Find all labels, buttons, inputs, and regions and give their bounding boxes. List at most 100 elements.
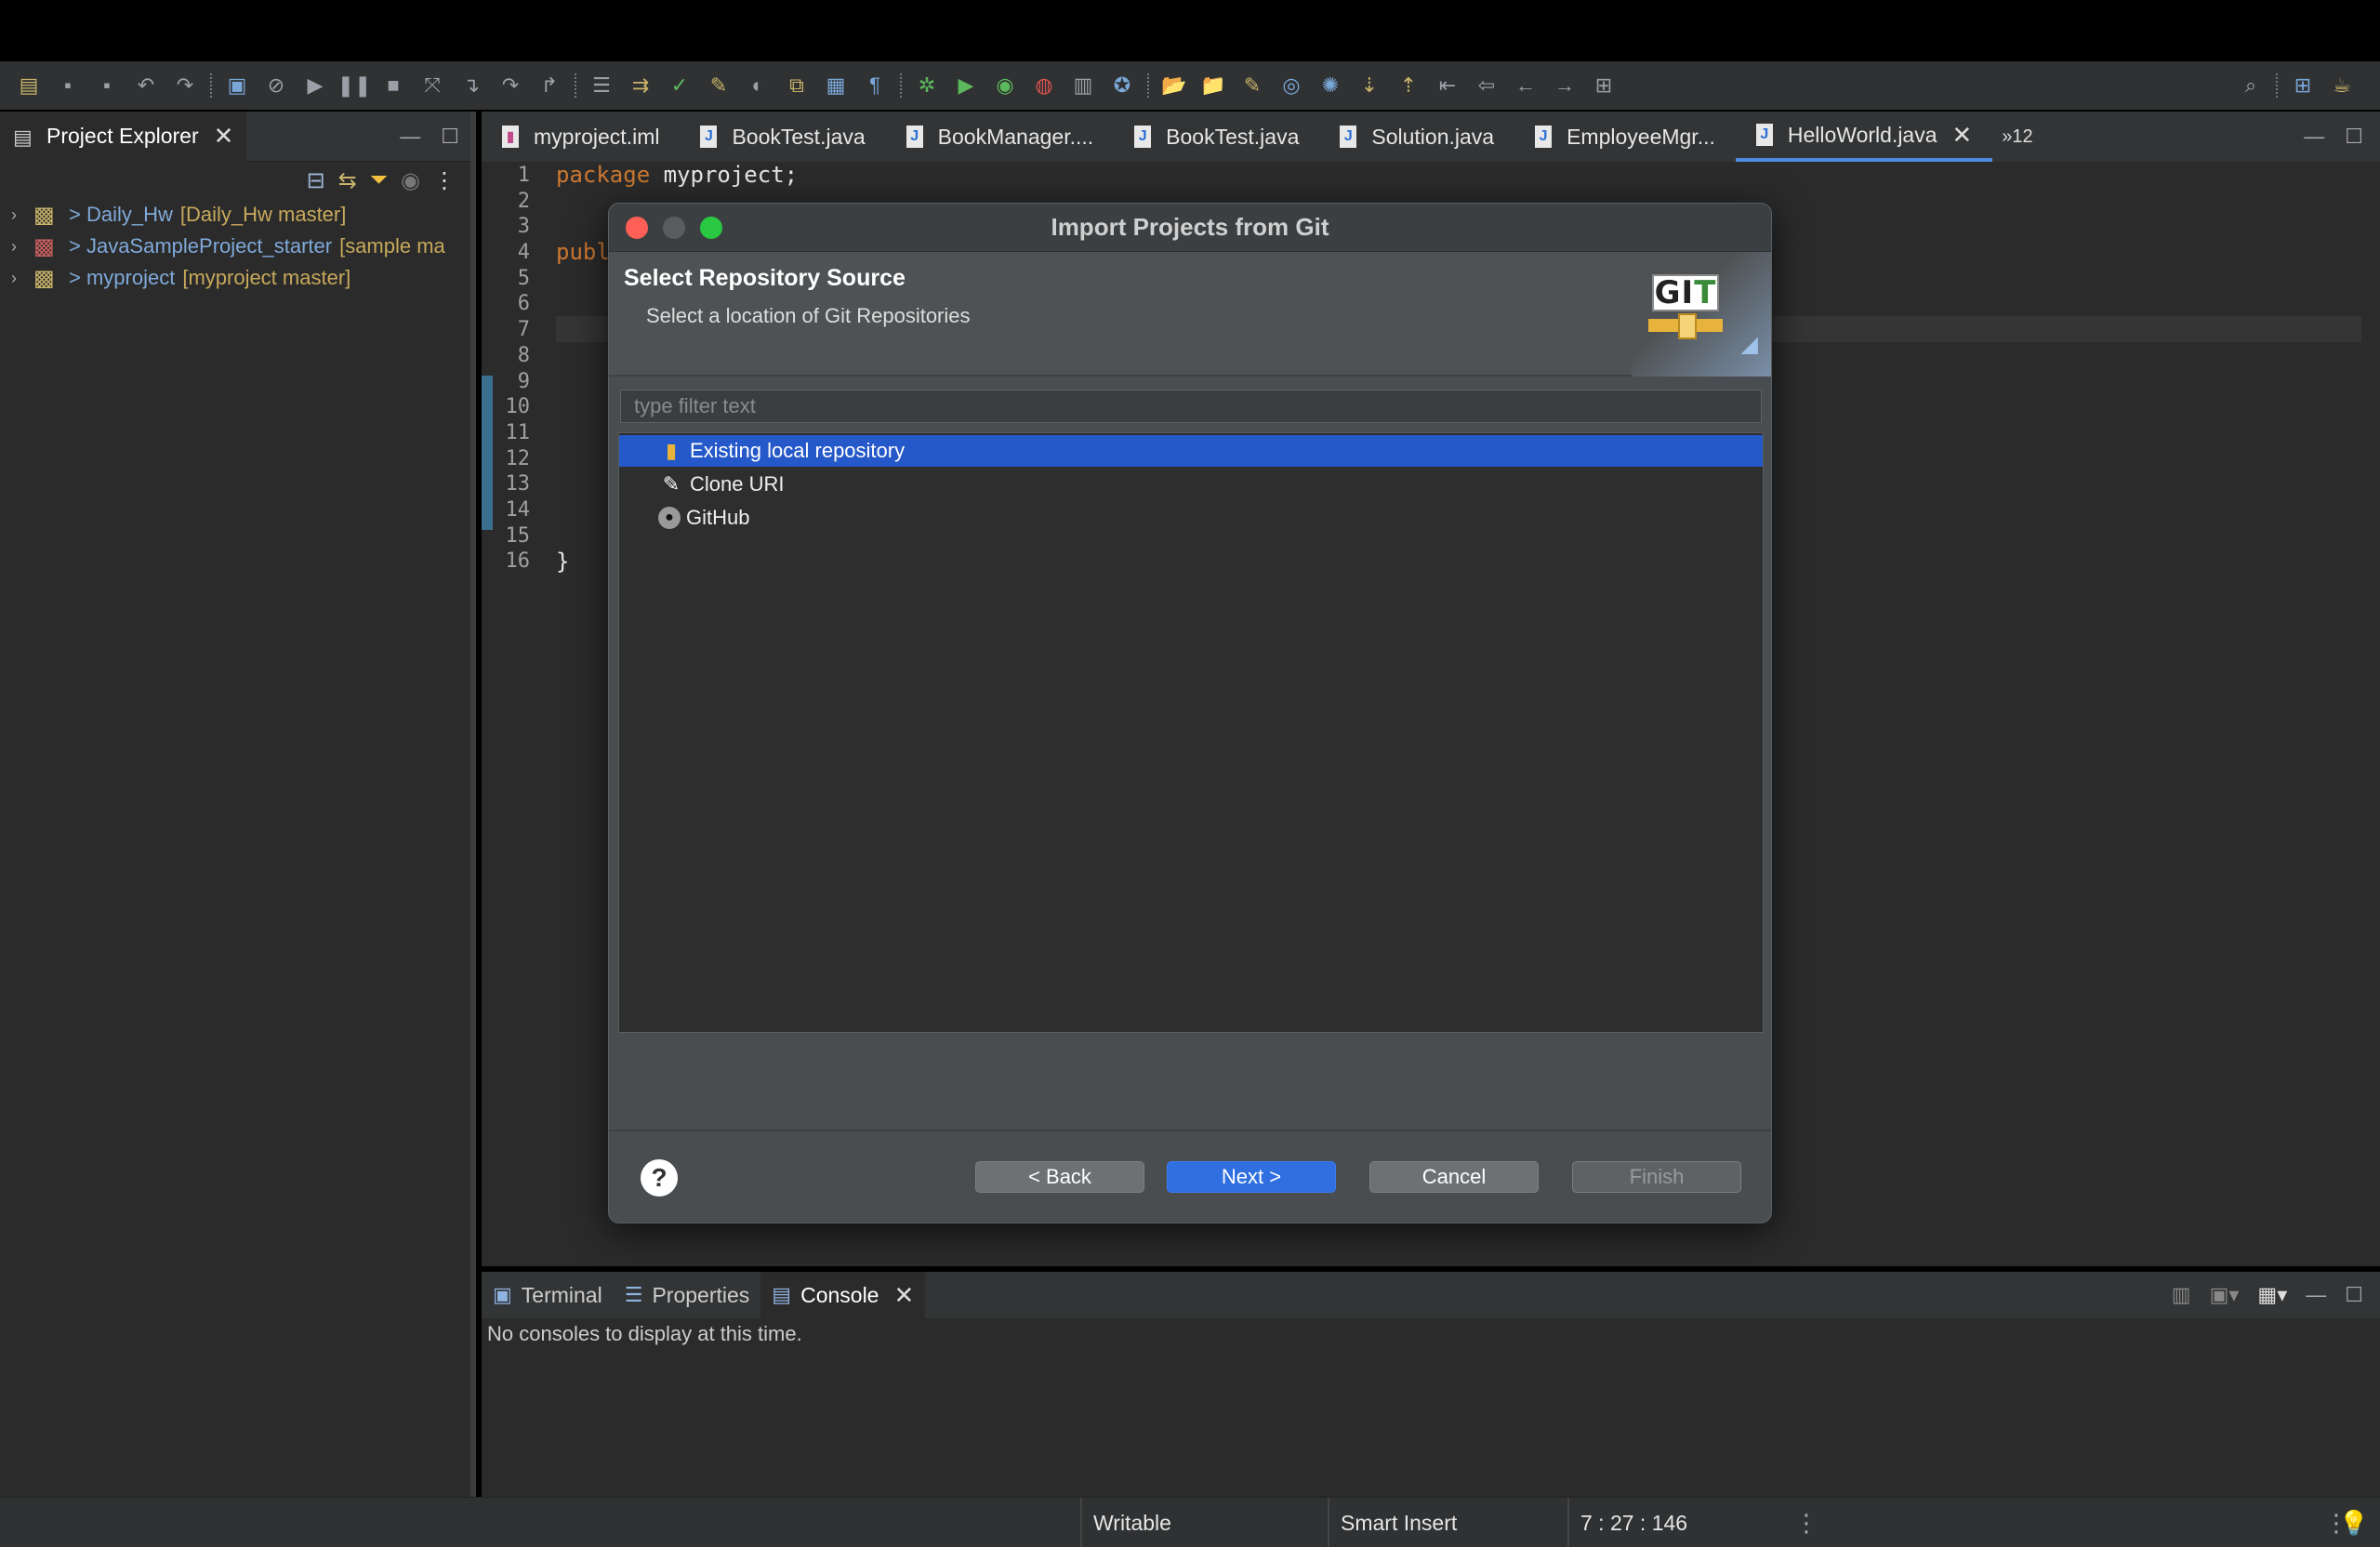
maximize-icon[interactable]: ☐ bbox=[441, 125, 459, 149]
display-console-icon[interactable]: ▣▾ bbox=[2210, 1283, 2240, 1307]
debug-icon[interactable]: ✲ bbox=[913, 72, 941, 99]
step-over-icon[interactable]: ↷ bbox=[496, 72, 524, 99]
back-button[interactable]: < Back bbox=[975, 1161, 1144, 1193]
toggle-block-icon[interactable]: ◐ bbox=[744, 72, 772, 99]
minimize-icon[interactable]: — bbox=[2306, 1283, 2326, 1307]
minimize-icon[interactable]: — bbox=[2304, 125, 2324, 149]
coverage-icon[interactable]: ◉ bbox=[991, 72, 1019, 99]
chevron-right-icon[interactable]: › bbox=[11, 269, 33, 288]
save-icon[interactable]: ▪ bbox=[54, 72, 82, 99]
web-browser-icon[interactable]: ✺ bbox=[1316, 72, 1344, 99]
new-java-project-icon[interactable]: ▥ bbox=[1069, 72, 1097, 99]
terminal-icon[interactable]: ▣ bbox=[223, 72, 251, 99]
link-with-editor-icon[interactable]: ⇆ bbox=[338, 167, 357, 194]
last-edit-icon[interactable]: ⇤ bbox=[1434, 72, 1461, 99]
editor-tab[interactable]: J BookTest.java bbox=[1114, 112, 1319, 162]
tree-item-project[interactable]: › ▩ > Daily_Hw [Daily_Hw master] bbox=[0, 199, 470, 231]
line-number-gutter: 1 2 3 4 5 6 7 8 9 10 11 12 13 14 15 16 bbox=[482, 164, 531, 575]
collapse-all-icon[interactable]: ⊟ bbox=[307, 167, 325, 194]
maximize-icon[interactable]: ☐ bbox=[2345, 1283, 2363, 1307]
close-icon[interactable]: ✕ bbox=[893, 1281, 914, 1310]
tab-terminal[interactable]: ▣ Terminal bbox=[482, 1272, 614, 1318]
chevron-right-icon[interactable]: › bbox=[11, 237, 33, 257]
tree-item-project[interactable]: › ▩ > JavaSampleProject_starter [sample … bbox=[0, 231, 470, 262]
help-button[interactable]: ? bbox=[641, 1159, 678, 1197]
tab-console[interactable]: ▤ Console ✕ bbox=[760, 1272, 926, 1318]
maximize-icon[interactable]: ☐ bbox=[2345, 125, 2363, 149]
tab-project-explorer[interactable]: ▤ Project Explorer ✕ bbox=[0, 111, 247, 162]
repository-source-list[interactable]: ▮ Existing local repository ✎ Clone URI … bbox=[618, 432, 1764, 1033]
open-folder-icon[interactable]: 📂 bbox=[1160, 72, 1188, 99]
project-explorer-panel: ▤ Project Explorer ✕ — ☐ ⊟ ⇆ ⏷ ◉ ⋮ › ▩ >… bbox=[0, 111, 476, 1497]
editor-tab[interactable]: ▮ myproject.iml bbox=[482, 112, 680, 162]
focus-icon[interactable]: ◉ bbox=[401, 167, 420, 194]
undo-icon[interactable]: ↶ bbox=[132, 72, 160, 99]
line-number: 3 bbox=[517, 215, 530, 239]
chevron-right-icon[interactable]: › bbox=[11, 205, 33, 225]
minimize-icon[interactable]: — bbox=[400, 125, 420, 149]
dialog-titlebar: Import Projects from Git bbox=[609, 204, 1771, 252]
finish-button[interactable]: Finish bbox=[1572, 1161, 1741, 1193]
use-step-filters-icon[interactable]: ⇉ bbox=[627, 72, 654, 99]
search-tool-icon[interactable]: ✎ bbox=[1238, 72, 1266, 99]
show-whitespace-icon[interactable]: ▦ bbox=[822, 72, 850, 99]
external-tools-icon[interactable]: ◍ bbox=[1030, 72, 1058, 99]
editor-tab-active[interactable]: J HelloWorld.java ✕ bbox=[1735, 112, 1993, 162]
editor-tab[interactable]: J Solution.java bbox=[1319, 112, 1514, 162]
tip-bulb-icon[interactable]: 💡 bbox=[2339, 1498, 2369, 1547]
forward-icon[interactable]: → bbox=[1551, 72, 1579, 99]
open-console-icon[interactable]: ▦▾ bbox=[2257, 1283, 2287, 1307]
list-item[interactable]: ▮ Existing local repository bbox=[619, 435, 1763, 467]
step-return-icon[interactable]: ↱ bbox=[536, 72, 563, 99]
close-icon[interactable]: ✕ bbox=[214, 122, 234, 151]
debug-skip-icon[interactable]: ⊘ bbox=[262, 72, 290, 99]
cancel-button[interactable]: Cancel bbox=[1369, 1161, 1539, 1193]
suspend-icon[interactable]: ❚❚ bbox=[337, 72, 372, 99]
view-menu-icon[interactable]: ⋮ bbox=[433, 167, 456, 194]
toggle-breakpoint-icon[interactable]: ✓ bbox=[666, 72, 694, 99]
pin-icon[interactable]: ⊞ bbox=[1590, 72, 1618, 99]
step-into-icon[interactable]: ↴ bbox=[457, 72, 485, 99]
editor-tab[interactable]: J BookManager.... bbox=[886, 112, 1115, 162]
prev-annotation-icon[interactable]: ⇡ bbox=[1395, 72, 1422, 99]
search-icon[interactable]: ⌕ bbox=[2237, 72, 2265, 99]
new-package-icon[interactable]: ✪ bbox=[1108, 72, 1136, 99]
terminate-icon[interactable]: ■ bbox=[379, 72, 407, 99]
globe-icon[interactable]: ◎ bbox=[1277, 72, 1305, 99]
project-name: > Daily_Hw bbox=[69, 203, 173, 226]
redo-icon[interactable]: ↷ bbox=[171, 72, 199, 99]
back-nav-icon[interactable]: ← bbox=[1512, 72, 1540, 99]
import-git-dialog: Import Projects from Git Select Reposito… bbox=[608, 203, 1772, 1223]
editor-tab[interactable]: J EmployeeMgr... bbox=[1514, 112, 1736, 162]
new-icon[interactable]: ▤ bbox=[15, 72, 43, 99]
filter-icon[interactable]: ⏷ bbox=[370, 167, 388, 193]
drop-to-frame-icon[interactable]: ☰ bbox=[588, 72, 615, 99]
toolbar-separator bbox=[900, 73, 902, 98]
filter-input[interactable]: type filter text bbox=[620, 390, 1762, 423]
tab-overflow-button[interactable]: »12 bbox=[1992, 112, 2032, 162]
status-menu-icon[interactable]: ⋮ bbox=[1794, 1498, 1818, 1547]
paragraph-icon[interactable]: ¶ bbox=[861, 72, 889, 99]
perspective-icon[interactable]: ⊞ bbox=[2289, 72, 2317, 99]
mark-occurrences-icon[interactable]: ✎ bbox=[705, 72, 733, 99]
line-number: 1 bbox=[517, 164, 530, 187]
line-number: 9 bbox=[517, 369, 530, 393]
close-icon[interactable]: ✕ bbox=[1952, 121, 1973, 150]
back-icon[interactable]: ⇦ bbox=[1473, 72, 1501, 99]
save-all-icon[interactable]: ▪ bbox=[93, 72, 121, 99]
pin-console-icon[interactable]: ▥ bbox=[2172, 1283, 2191, 1307]
tree-item-project[interactable]: › ▩ > myproject [myproject master] bbox=[0, 262, 470, 294]
next-button[interactable]: Next > bbox=[1167, 1161, 1336, 1193]
next-annotation-icon[interactable]: ⇣ bbox=[1355, 72, 1383, 99]
open-project-icon[interactable]: 📁 bbox=[1199, 72, 1227, 99]
disconnect-icon[interactable]: ⤧ bbox=[418, 72, 446, 99]
editor-tab[interactable]: J BookTest.java bbox=[680, 112, 885, 162]
list-item[interactable]: ● GitHub bbox=[619, 502, 1763, 534]
logo-letter: G bbox=[1654, 274, 1682, 311]
run-icon[interactable]: ▶ bbox=[952, 72, 980, 99]
open-type-icon[interactable]: ⧉ bbox=[783, 72, 811, 99]
list-item[interactable]: ✎ Clone URI bbox=[619, 469, 1763, 500]
java-perspective-icon[interactable]: ☕ bbox=[2328, 72, 2356, 99]
resume-icon[interactable]: ▶ bbox=[301, 72, 329, 99]
tab-properties[interactable]: ☰ Properties bbox=[614, 1272, 761, 1318]
